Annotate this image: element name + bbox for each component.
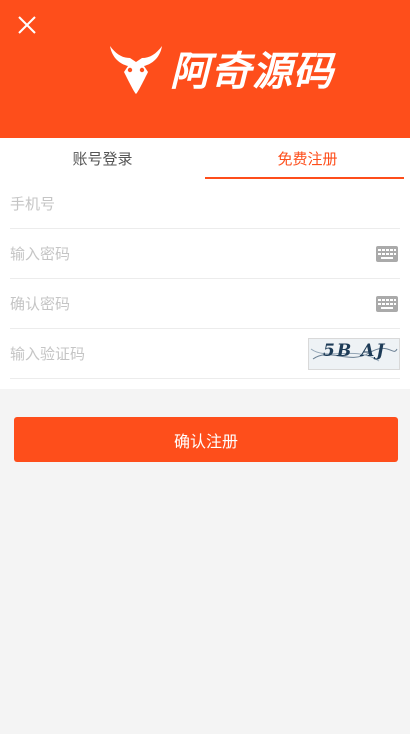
close-icon[interactable] — [14, 12, 40, 38]
bull-logo-icon — [110, 46, 162, 94]
phone-row — [10, 179, 400, 229]
auth-tabs: 账号登录 免费注册 — [0, 138, 410, 179]
logo: 阿奇源码 — [106, 38, 334, 98]
header: 阿奇源码 — [0, 0, 410, 138]
password-row — [10, 229, 400, 279]
tab-account-login[interactable]: 账号登录 — [0, 138, 205, 179]
confirm-password-input[interactable] — [10, 294, 376, 313]
confirm-register-button[interactable]: 确认注册 — [14, 417, 398, 462]
keyboard-icon[interactable] — [376, 245, 398, 262]
submit-wrap: 确认注册 — [0, 389, 410, 462]
logo-text: 阿奇源码 — [170, 48, 334, 95]
captcha-row: 5B AJ — [10, 329, 400, 379]
register-form: 5B AJ — [0, 179, 410, 389]
captcha-input[interactable] — [10, 344, 308, 363]
confirm-password-row — [10, 279, 400, 329]
tab-free-register[interactable]: 免费注册 — [205, 138, 410, 179]
captcha-text: 5B AJ — [323, 340, 387, 361]
keyboard-icon[interactable] — [376, 295, 398, 312]
phone-input[interactable] — [10, 194, 400, 213]
captcha-image[interactable]: 5B AJ — [308, 337, 400, 370]
password-input[interactable] — [10, 244, 376, 263]
